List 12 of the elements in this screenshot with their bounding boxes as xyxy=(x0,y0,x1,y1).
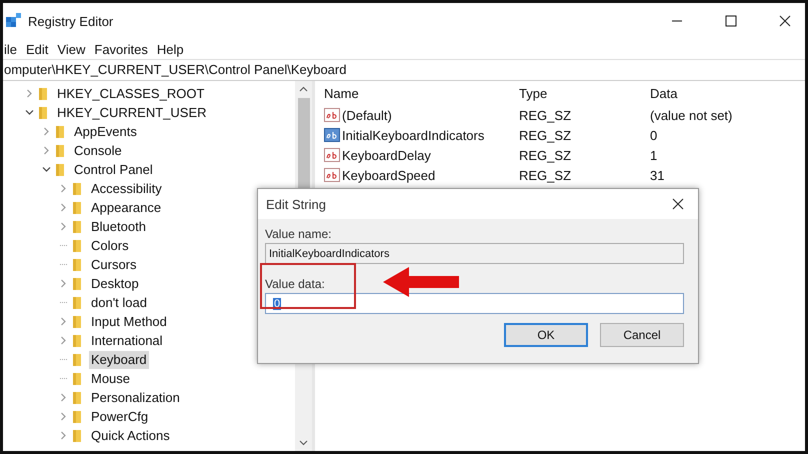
value-data: 1 xyxy=(650,148,658,162)
dialog-title: Edit String xyxy=(266,196,326,212)
value-type: REG_SZ xyxy=(519,128,572,142)
value-type: REG_SZ xyxy=(519,168,572,182)
value-data: (value not set) xyxy=(650,108,734,122)
field-label: Value name: xyxy=(265,227,332,241)
value-data: 31 xyxy=(650,168,666,182)
field-label: Value data: xyxy=(265,277,326,291)
value-type: REG_SZ xyxy=(519,108,572,122)
window-title: Registry Editor xyxy=(28,14,114,28)
value-type: REG_SZ xyxy=(519,148,572,162)
value-data: 0 xyxy=(650,128,658,142)
